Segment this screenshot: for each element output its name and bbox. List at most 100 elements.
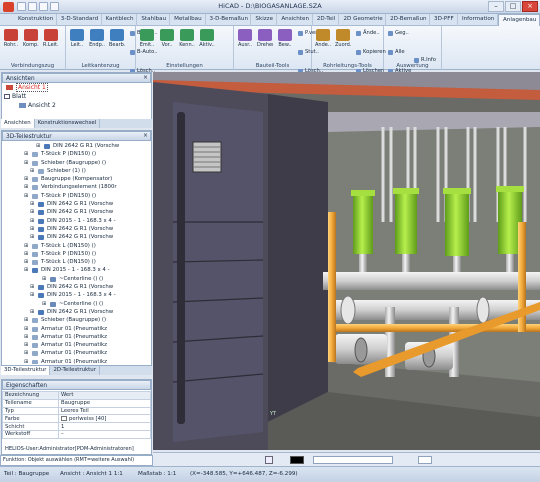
expand-icon[interactable]: ⊞	[30, 233, 34, 241]
ribbon-button[interactable]: Ausr..	[237, 29, 253, 48]
nav-arrows-icon[interactable]	[418, 456, 432, 464]
tree-item[interactable]: ⊞ T-Stück L (DN150) ()	[2, 242, 151, 250]
expand-icon[interactable]: ⊞	[24, 150, 28, 158]
tree-item[interactable]: ⊞ T-Stück P (DN150) ()	[2, 250, 151, 258]
expand-icon[interactable]: ⊞	[24, 316, 28, 324]
3d-scene[interactable]: YT	[153, 72, 540, 450]
tab-anlagenbau[interactable]: Anlagenbau	[497, 14, 540, 26]
tab-ansichten[interactable]: Ansichten	[277, 14, 313, 26]
expand-icon[interactable]: ⊞	[24, 258, 28, 266]
view-item-1[interactable]: Ansicht 1	[2, 83, 151, 92]
expand-icon[interactable]: ⊞	[24, 250, 28, 258]
expand-icon[interactable]: ⊞	[24, 242, 28, 250]
tab-2d-structure[interactable]: 2D-Teilestruktur	[50, 366, 100, 375]
panel-close-icon[interactable]: ×	[143, 73, 148, 83]
tab-3-d-bema-un[interactable]: 3-D-Bemaßun	[206, 14, 252, 26]
tree-item[interactable]: ⊞ DIN 2015 - 1 - 168.3 x 4 -	[2, 291, 151, 299]
property-value[interactable]: Leeres Teil	[58, 406, 151, 416]
tab-stahlbau[interactable]: Stahlbau	[137, 14, 171, 26]
table-row[interactable]: Werkstoff –	[2, 429, 151, 439]
tree-item[interactable]: ⊞ Armatur 01 (Pneumatikz	[2, 325, 151, 333]
tab-2d-geometrie[interactable]: 2D Geometrie	[339, 14, 387, 26]
expand-icon[interactable]: ⊞	[42, 275, 46, 283]
pen-icon[interactable]	[265, 456, 273, 464]
expand-icon[interactable]: ⊞	[24, 192, 28, 200]
ribbon-button[interactable]: Endp..	[89, 29, 105, 48]
minimize-button[interactable]: –	[488, 1, 504, 12]
tab-3d-pff[interactable]: 3D-PFF	[430, 14, 458, 26]
tree-item[interactable]: ⊞ Armatur 01 (Pneumatikz	[2, 341, 151, 349]
tab-metallbau[interactable]: Metallbau	[170, 14, 206, 26]
tree-item[interactable]: ⊞ DIN 2642 G R1 (Vorschw	[2, 308, 151, 316]
ribbon-small-button[interactable]: Geg..	[387, 29, 444, 38]
ribbon-button[interactable]: Ände..	[315, 29, 331, 48]
ribbon-button[interactable]: Komp..	[23, 29, 39, 48]
tree-item[interactable]: ⊞ DIN 2642 G R1 (Vorschw	[2, 208, 151, 216]
tab-skizze[interactable]: Skizze	[251, 14, 278, 26]
ribbon-button[interactable]: Emit..	[139, 29, 155, 48]
property-value[interactable]: 1	[58, 422, 151, 431]
tab-kantblech[interactable]: Kantblech	[102, 14, 138, 26]
property-value[interactable]: Baugruppe	[58, 398, 151, 408]
tree-item[interactable]: ⊞ T-Stück P (DN150) ()	[2, 192, 151, 200]
view-item-2[interactable]: Ansicht 2	[2, 101, 151, 110]
ribbon-button[interactable]: R.Leit..	[43, 29, 59, 48]
expand-icon[interactable]: ⊞	[36, 142, 40, 150]
expand-icon[interactable]: ⊞	[24, 266, 28, 274]
ribbon-button[interactable]: Vor..	[159, 29, 175, 48]
tree-item[interactable]: ⊞ ~Centerline () ()	[2, 300, 151, 308]
tab-konstruktion[interactable]: Konstruktion	[14, 14, 57, 26]
table-row[interactable]: Schicht 1	[2, 422, 151, 431]
expand-icon[interactable]: ⊞	[24, 325, 28, 333]
expand-icon[interactable]: ⊞	[24, 183, 28, 191]
expand-icon[interactable]: ⊞	[30, 167, 34, 175]
tree-item[interactable]: ⊞ Armatur 01 (Pneumatikz	[2, 358, 151, 364]
tab-2d-bema-un[interactable]: 2D-Bemaßun	[386, 14, 431, 26]
3d-viewport[interactable]: YT	[153, 72, 540, 450]
tab-information[interactable]: Information	[458, 14, 498, 26]
ribbon-button[interactable]: Bew..	[277, 29, 293, 48]
expand-icon[interactable]: ⊞	[24, 175, 28, 183]
expand-icon[interactable]: ⊞	[30, 291, 34, 299]
ribbon-button[interactable]: Rohr..	[3, 29, 19, 48]
tab-2d-teil[interactable]: 2D-Teil	[313, 14, 340, 26]
color-picker-black[interactable]	[290, 456, 304, 464]
tree-item[interactable]: ⊞ Schieber (Baugruppe) ()	[2, 316, 151, 324]
ribbon-button[interactable]: Bearb..	[109, 29, 125, 48]
expand-icon[interactable]: ⊞	[30, 225, 34, 233]
property-value[interactable]: –	[58, 429, 151, 439]
tab-3-d-standard[interactable]: 3-D-Standard	[57, 14, 102, 26]
tree-item[interactable]: ⊞ Armatur 01 (Pneumatikz	[2, 349, 151, 357]
ribbon-button[interactable]: Leit..	[69, 29, 85, 48]
close-button[interactable]: ×	[522, 1, 538, 12]
expand-icon[interactable]: ⊞	[24, 159, 28, 167]
table-row[interactable]: Typ Leeres Teil	[2, 406, 151, 416]
expand-icon[interactable]: ⊞	[24, 349, 28, 357]
expand-icon[interactable]: ⊞	[30, 308, 34, 316]
tab-konstruktionswechsel[interactable]: Konstruktionswechsel	[35, 119, 101, 128]
tree-item[interactable]: ⊞ DIN 2015 - 1 - 168.3 x 4 -	[2, 217, 151, 225]
ribbon-button[interactable]: Kenn..	[179, 29, 195, 48]
sheet-item[interactable]: Blatt	[2, 92, 151, 101]
line-style-select[interactable]	[313, 456, 393, 464]
tree-item[interactable]: ⊞ DIN 2642 G R1 (Vorschw	[2, 142, 151, 150]
expand-icon[interactable]: ⊞	[24, 358, 28, 364]
tree-item[interactable]: ⊞ DIN 2642 G R1 (Vorschw	[2, 233, 151, 241]
tab-3d-structure[interactable]: 3D-Teilestruktur	[1, 366, 51, 375]
tree-item[interactable]: ⊞ Baugruppe (Kompensator)	[2, 175, 151, 183]
tree-item[interactable]: ⊞ DIN 2642 G R1 (Vorschw	[2, 283, 151, 291]
tree-item[interactable]: ⊞ DIN 2642 G R1 (Vorschw	[2, 225, 151, 233]
tree-item[interactable]: ⊞ Schieber (Baugruppe) ()	[2, 159, 151, 167]
ribbon-button[interactable]: Drehen	[257, 29, 273, 48]
ribbon-button[interactable]: Aktiv..	[199, 29, 215, 48]
tree-item[interactable]: ⊞ Verbindungselement (1800r	[2, 183, 151, 191]
tree-item[interactable]: ⊞ Schieber (1) ()	[2, 167, 151, 175]
expand-icon[interactable]: ⊞	[30, 200, 34, 208]
maximize-button[interactable]: □	[505, 1, 521, 12]
expand-icon[interactable]: ⊞	[30, 217, 34, 225]
tree-item[interactable]: ⊞ T-Stück P (DN150) ()	[2, 150, 151, 158]
tree-item[interactable]: ⊞ DIN 2015 - 1 - 168.3 x 4 -	[2, 266, 151, 274]
tree-item[interactable]: ⊞ DIN 2642 G R1 (Vorschw	[2, 200, 151, 208]
expand-icon[interactable]: ⊞	[42, 300, 46, 308]
panel-close-icon[interactable]: ×	[143, 131, 148, 141]
